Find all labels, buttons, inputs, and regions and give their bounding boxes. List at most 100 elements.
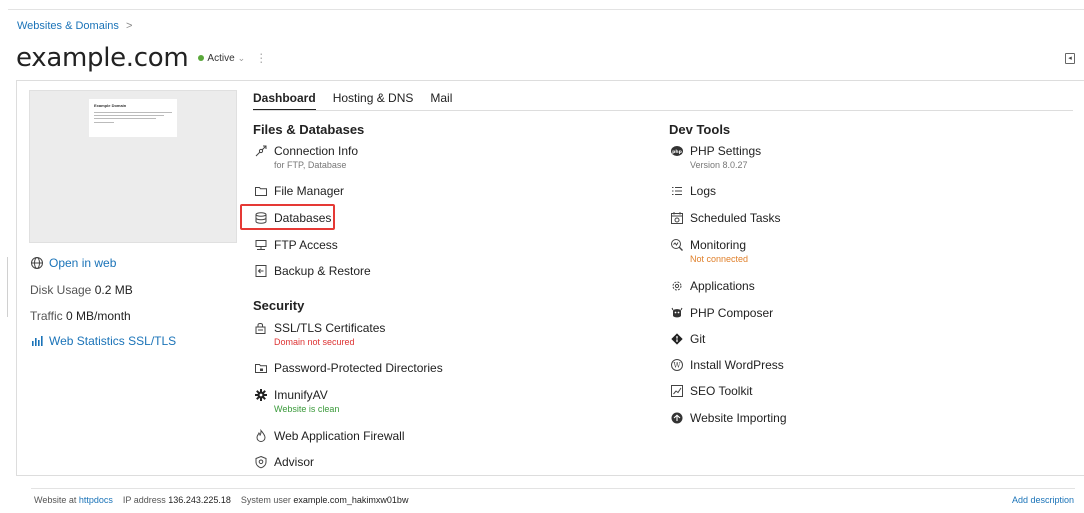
monitoring-item[interactable]: Monitoring Not connected (670, 237, 748, 265)
ftp-server-icon (255, 240, 267, 250)
disk-usage-label: Disk Usage (30, 283, 92, 297)
status-dropdown[interactable]: Active ⌄ (198, 53, 245, 64)
locked-folder-icon (255, 364, 267, 373)
open-in-web-link[interactable]: Open in web (30, 256, 116, 270)
preview-link-line (94, 122, 114, 123)
git-item[interactable]: Git (670, 331, 705, 347)
breadcrumb-websites-domains[interactable]: Websites & Domains (17, 20, 119, 32)
domain-header: example.com Active ⌄ ⋮ (16, 43, 267, 73)
advisor-label: Advisor (274, 455, 315, 469)
php-settings-item[interactable]: php PHP Settings Version 8.0.27 (670, 143, 761, 171)
waf-label: Web Application Firewall (274, 429, 405, 443)
wordpress-icon: W (671, 359, 683, 371)
folder-icon (255, 187, 267, 196)
add-description-link[interactable]: Add description (1012, 495, 1074, 505)
connection-info-sub: for FTP, Database (274, 160, 347, 170)
ip-value: 136.243.225.18 (168, 495, 231, 505)
web-statistics-link[interactable]: Web Statistics SSL/TLS (30, 334, 176, 348)
waf-item[interactable]: Web Application Firewall (254, 428, 405, 444)
more-options-icon[interactable]: ⋮ (255, 51, 267, 65)
list-icon (672, 187, 682, 195)
applications-item[interactable]: Applications (670, 278, 755, 294)
ssl-certificates-item[interactable]: SSL/TLS Certificates Domain not secured (254, 320, 385, 348)
file-manager-label: File Manager (274, 184, 345, 198)
globe-icon (31, 257, 43, 269)
website-at-label: Website at (34, 495, 77, 505)
website-importing-item[interactable]: Website Importing (670, 410, 787, 426)
open-in-web-label: Open in web (49, 256, 117, 270)
web-statistics-label: Web Statistics SSL/TLS (49, 334, 177, 348)
php-composer-item[interactable]: PHP Composer (670, 305, 773, 321)
install-wordpress-item[interactable]: W Install WordPress (670, 357, 784, 373)
connection-info-label: Connection Info (274, 144, 359, 158)
website-at: Website at httpdocs (34, 495, 113, 505)
advisor-shield-icon (255, 455, 267, 469)
preview-text-line (94, 115, 164, 116)
scheduled-tasks-label: Scheduled Tasks (690, 211, 781, 225)
install-wordpress-label: Install WordPress (690, 358, 784, 372)
certificate-icon (255, 323, 266, 334)
connection-icon (255, 145, 267, 157)
traffic-label: Traffic (30, 309, 63, 323)
tab-mail[interactable]: Mail (430, 91, 452, 111)
preview-page: Example Domain (89, 99, 177, 137)
page-title: example.com (16, 43, 189, 73)
git-icon (671, 333, 683, 345)
tab-hosting-dns[interactable]: Hosting & DNS (333, 91, 414, 111)
scheduled-tasks-item[interactable]: Scheduled Tasks (670, 210, 781, 226)
footer-divider (31, 488, 1075, 489)
tab-divider (253, 110, 1073, 111)
backup-restore-item[interactable]: Backup & Restore (254, 263, 371, 279)
chevron-down-icon: ⌄ (237, 52, 246, 63)
ip-address: IP address 136.243.225.18 (123, 495, 231, 505)
connection-info-item[interactable]: Connection Info for FTP, Database (254, 143, 358, 171)
disk-usage-value: 0.2 MB (94, 283, 133, 297)
sysuser-value: example.com_hakimxw01bw (293, 495, 409, 505)
databases-highlight-box (240, 204, 335, 230)
status-dot-icon (198, 55, 205, 61)
dev-tools-heading: Dev Tools (669, 122, 731, 137)
tab-dashboard[interactable]: Dashboard (253, 91, 316, 111)
httpdocs-link[interactable]: httpdocs (79, 495, 113, 505)
imunifyav-item[interactable]: ImunifyAV Website is clean (254, 387, 339, 415)
ssl-status: Domain not secured (274, 337, 355, 347)
ip-label: IP address (122, 495, 166, 505)
ftp-access-item[interactable]: FTP Access (254, 237, 338, 253)
seo-toolkit-label: SEO Toolkit (690, 384, 753, 398)
traffic: Traffic 0 MB/month (30, 309, 131, 323)
breadcrumb[interactable]: Websites & Domains > (17, 20, 132, 32)
breadcrumb-separator: > (125, 20, 133, 32)
password-dirs-label: Password-Protected Directories (274, 361, 443, 375)
ftp-access-label: FTP Access (274, 238, 338, 252)
seo-chart-icon (671, 385, 683, 397)
preview-heading: Example Domain (94, 103, 127, 108)
import-globe-icon (671, 412, 683, 424)
logs-label: Logs (690, 184, 717, 198)
advisor-item[interactable]: Advisor (254, 454, 314, 470)
left-edge-scrollbar[interactable] (7, 257, 8, 317)
password-protected-dirs-item[interactable]: Password-Protected Directories (254, 360, 443, 376)
monitoring-icon (671, 239, 683, 251)
preview-text-line (94, 112, 172, 113)
php-settings-label: PHP Settings (690, 144, 762, 158)
ssl-label: SSL/TLS Certificates (274, 321, 386, 335)
backup-icon (255, 265, 267, 277)
php-icon: php (671, 146, 683, 156)
file-manager-item[interactable]: File Manager (254, 183, 344, 199)
applications-gear-icon (672, 281, 682, 291)
fire-icon (256, 429, 266, 443)
files-databases-heading: Files & Databases (253, 122, 365, 137)
collapse-panel-icon[interactable]: ◂ (1065, 53, 1075, 64)
security-heading: Security (253, 298, 305, 313)
disk-usage: Disk Usage 0.2 MB (30, 283, 133, 297)
bar-chart-icon (32, 336, 43, 346)
monitoring-label: Monitoring (690, 238, 747, 252)
seo-toolkit-item[interactable]: SEO Toolkit (670, 383, 752, 399)
footer-info: Website at httpdocs IP address 136.243.2… (34, 495, 408, 505)
imunifyav-label: ImunifyAV (274, 388, 328, 402)
logs-item[interactable]: Logs (670, 183, 716, 199)
git-label: Git (690, 332, 706, 346)
calendar-clock-icon (671, 212, 683, 224)
svg-text:php: php (672, 149, 682, 155)
website-preview-thumbnail[interactable]: Example Domain (29, 90, 237, 243)
